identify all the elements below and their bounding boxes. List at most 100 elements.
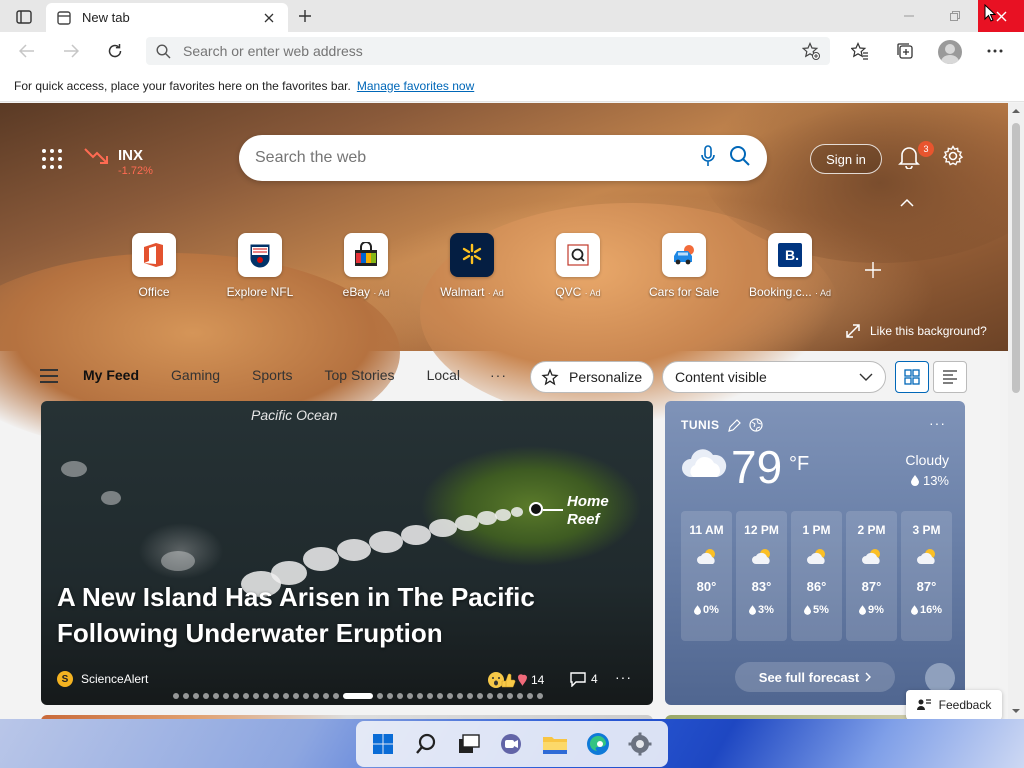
quick-link-label: Cars for Sale — [648, 285, 720, 299]
tab-new-tab[interactable]: New tab — [46, 3, 288, 32]
scroll-up-arrow-icon[interactable] — [1012, 107, 1020, 115]
quick-link-cars-for-sale[interactable]: Cars for Sale — [631, 233, 737, 299]
story-headline[interactable]: A New Island Has Arisen in The Pacific F… — [57, 579, 617, 651]
task-view-icon — [459, 734, 480, 753]
tab-gaming[interactable]: Gaming — [171, 367, 220, 383]
grid-layout-button[interactable] — [895, 361, 929, 393]
scroll-down-arrow-icon[interactable] — [1012, 707, 1020, 715]
feedback-button[interactable]: Feedback — [906, 690, 1002, 719]
favorites-bar: For quick access, place your favorites h… — [0, 70, 1024, 102]
plus-icon — [865, 262, 881, 278]
reactions-button[interactable]: 14 — [487, 671, 544, 689]
address-input[interactable] — [183, 43, 790, 59]
notifications-button[interactable]: 3 — [898, 141, 934, 171]
scrollbar-thumb[interactable] — [1012, 123, 1020, 393]
see-full-forecast-button[interactable]: See full forecast — [735, 662, 895, 692]
hourly-forecast-item[interactable]: 1 PM 86° 5% — [791, 511, 842, 641]
app-launcher-button[interactable] — [40, 147, 64, 171]
weather-more-options-button[interactable]: ··· — [929, 415, 946, 431]
weather-map-thumbnail[interactable] — [925, 663, 955, 693]
tab-top-stories[interactable]: Top Stories — [325, 367, 395, 383]
web-search-box[interactable] — [239, 135, 767, 181]
collapse-quick-links-button[interactable] — [900, 195, 916, 211]
ad-label: · Ad — [487, 288, 504, 298]
search-icon — [730, 145, 750, 166]
temperature-unit[interactable]: °F — [789, 453, 809, 476]
tab-local[interactable]: Local — [427, 367, 460, 383]
comments-button[interactable]: 4 — [569, 671, 598, 687]
teams-chat-button[interactable] — [496, 728, 528, 760]
story-more-options-button[interactable]: ··· — [615, 669, 632, 685]
sign-in-button[interactable]: Sign in — [810, 144, 882, 174]
quick-link-qvc[interactable]: QVC · Ad — [525, 233, 631, 299]
add-quick-link-button[interactable] — [864, 261, 884, 281]
hourly-forecast-item[interactable]: 11 AM 80° 0% — [681, 511, 732, 641]
tab-my-feed[interactable]: My Feed — [83, 367, 139, 383]
weather-card[interactable]: TUNIS ··· 79 °F Cloudy 13% 11 AM 80° 0% … — [665, 401, 965, 705]
feed-navigation: My Feed Gaming Sports Top Stories Local … — [0, 353, 1008, 399]
partly-cloudy-icon — [861, 549, 880, 564]
task-view-button[interactable] — [453, 728, 485, 760]
hourly-forecast-item[interactable]: 2 PM 87° 9% — [846, 511, 897, 641]
quick-link-label: eBay — [342, 285, 370, 299]
favorites-button[interactable] — [845, 37, 875, 65]
story-source[interactable]: S ScienceAlert — [57, 671, 148, 687]
tab-close-button[interactable] — [260, 9, 278, 27]
page-scrollbar[interactable] — [1008, 103, 1024, 719]
reaction-count: 14 — [531, 673, 545, 687]
globe-icon[interactable] — [748, 418, 763, 432]
office-logo-icon — [132, 233, 176, 277]
raindrop-icon — [749, 605, 757, 615]
start-button[interactable] — [367, 728, 399, 760]
restore-icon — [950, 11, 960, 21]
personalize-button[interactable]: Personalize — [530, 361, 654, 393]
taskbar-search-button[interactable] — [410, 728, 442, 760]
quick-link-walmart[interactable]: Walmart · Ad — [419, 233, 525, 299]
more-feed-tabs-button[interactable]: ··· — [490, 367, 507, 383]
minimize-button[interactable] — [886, 0, 932, 32]
personalize-label: Personalize — [569, 369, 643, 385]
manage-favorites-link[interactable]: Manage favorites now — [357, 79, 474, 93]
web-search-button[interactable] — [729, 145, 751, 172]
collections-button[interactable] — [890, 37, 920, 65]
forward-button[interactable] — [56, 37, 86, 65]
tab-actions-icon — [16, 10, 32, 24]
maximize-button[interactable] — [932, 0, 978, 32]
voice-search-button[interactable] — [701, 144, 715, 172]
quick-link-ebay[interactable]: eBay · Ad — [313, 233, 419, 299]
hourly-forecast-item[interactable]: 12 PM 83° 3% — [736, 511, 787, 641]
edit-pencil-icon[interactable] — [727, 418, 741, 432]
new-tab-button[interactable] — [292, 5, 318, 27]
tab-sports[interactable]: Sports — [252, 367, 292, 383]
profile-avatar[interactable] — [938, 40, 962, 64]
content-visibility-select[interactable]: Content visible — [662, 361, 886, 393]
gear-icon — [942, 145, 964, 166]
refresh-button[interactable] — [100, 37, 130, 65]
quick-link-booking[interactable]: B. Booking.c... · Ad — [737, 233, 843, 299]
source-name: ScienceAlert — [81, 672, 149, 686]
like-background-button[interactable]: Like this background? — [846, 324, 987, 338]
ebay-bag-icon — [344, 233, 388, 277]
file-explorer-button[interactable] — [539, 728, 571, 760]
top-story-card[interactable]: Pacific Ocean Home Reef A New Island Has… — [41, 401, 653, 705]
mouse-cursor-icon — [984, 4, 996, 22]
forecast-temperature: 87° — [861, 579, 882, 594]
hourly-forecast-item[interactable]: 3 PM 87° 16% — [901, 511, 952, 641]
web-search-input[interactable] — [255, 149, 687, 167]
quick-link-office[interactable]: Office — [101, 233, 207, 299]
page-settings-button[interactable] — [942, 145, 966, 169]
add-favorite-button[interactable] — [802, 42, 820, 60]
settings-and-more-button[interactable] — [980, 37, 1010, 65]
feed-menu-button[interactable] — [40, 369, 58, 383]
settings-app-button[interactable] — [624, 728, 656, 760]
edge-browser-button[interactable] — [582, 728, 614, 760]
stock-ticker[interactable]: INX -1.72% — [84, 147, 153, 177]
back-button[interactable] — [12, 37, 42, 65]
tab-actions-button[interactable] — [8, 6, 40, 28]
carousel-indicator[interactable] — [173, 693, 543, 699]
address-bar[interactable] — [146, 37, 830, 65]
weather-location[interactable]: TUNIS — [681, 418, 763, 432]
favorites-bar-message: For quick access, place your favorites h… — [14, 78, 351, 93]
quick-link-explore-nfl[interactable]: Explore NFL — [207, 233, 313, 299]
list-layout-button[interactable] — [933, 361, 967, 393]
